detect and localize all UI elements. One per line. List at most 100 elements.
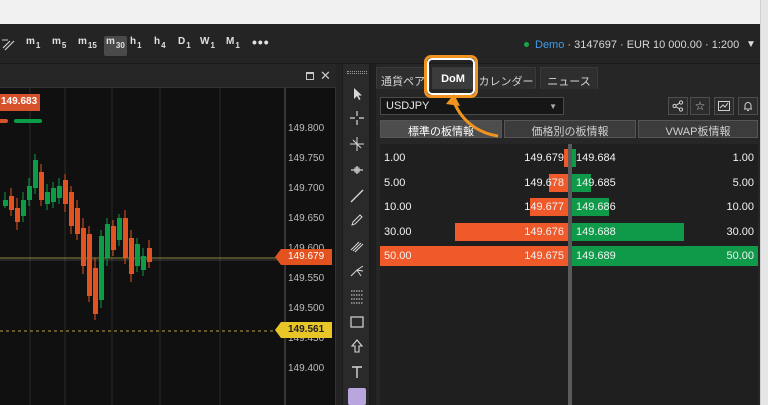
bid-price: 149.675	[524, 250, 564, 262]
bid-price: 149.677	[524, 201, 564, 213]
price-axis-label: 149.800	[288, 123, 325, 134]
bid-price-tag: 149.679	[275, 249, 332, 265]
ask-row[interactable]: 30.00 149.688	[572, 222, 758, 242]
price-tag-high: 149.683	[0, 94, 40, 111]
rectangle-icon[interactable]	[349, 314, 365, 330]
chevron-down-icon: ▼	[549, 102, 557, 111]
timeframe-m5[interactable]: m5	[52, 36, 66, 56]
candle-body	[3, 200, 8, 206]
symbol-row: USDJPY ▼ ☆	[376, 92, 760, 120]
fibonacci-icon[interactable]	[349, 288, 365, 304]
bid-price: 149.679	[524, 152, 564, 164]
candle-body	[105, 224, 110, 258]
bid-row[interactable]: 30.00 149.676	[380, 222, 568, 242]
tab-calendar[interactable]: カレンダー	[476, 67, 536, 89]
arrow-up-icon[interactable]	[349, 338, 365, 354]
timeframe-h1[interactable]: h1	[130, 36, 142, 56]
timeframe-D1[interactable]: D1	[178, 36, 191, 56]
candle-body	[33, 160, 38, 188]
channel-icon[interactable]	[349, 238, 365, 254]
drawing-tools	[342, 64, 370, 405]
account-info[interactable]: Demo · 3147697 · EUR 10 000.00 · 1:200	[524, 39, 739, 51]
account-dropdown-icon[interactable]: ▼	[746, 39, 756, 50]
bid-column: 1.00 149.679 5.00 149.678 10.00 149.677 30.00 1…	[380, 144, 568, 405]
alert-price-tag[interactable]: 149.561	[275, 322, 332, 338]
bid-price: 149.678	[524, 176, 564, 189]
pencil-icon[interactable]	[349, 212, 365, 228]
text-tool-icon[interactable]	[349, 364, 365, 380]
timeframe-m1[interactable]: m1	[26, 36, 40, 56]
maximize-icon[interactable]	[306, 72, 314, 80]
bid-row[interactable]: 1.00 149.679	[380, 148, 568, 168]
mode-vwap[interactable]: VWAP板情報	[638, 120, 758, 138]
ask-price: 149.688	[576, 225, 616, 238]
dom-panel: 通貨ペア DoM カレンダー ニュース USDJPY ▼ ☆ 標準の板情報 価格…	[376, 64, 760, 405]
chart-window[interactable]: ✕ 149.683 149.800 149.750 149.700 149.650 14…	[0, 64, 336, 405]
account-mode: Demo	[535, 39, 565, 51]
tab-dom[interactable]: DoM	[432, 67, 474, 89]
more-timeframes-button[interactable]: •••	[252, 34, 270, 50]
price-axis-label: 149.550	[288, 273, 325, 284]
candle-body	[87, 234, 92, 296]
color-swatch[interactable]	[348, 388, 366, 405]
candle-body	[39, 172, 44, 200]
bid-row[interactable]: 5.00 149.678	[380, 173, 568, 193]
ask-row[interactable]: 5.00 149.685	[572, 173, 758, 193]
ask-column: 1.00 149.684 5.00 149.685 10.00 149.686 30.00 1…	[572, 144, 758, 405]
candle-body	[141, 256, 146, 270]
candle-body	[111, 226, 116, 250]
buy-indicator	[14, 119, 42, 123]
price-axis-label: 149.650	[288, 213, 325, 224]
candle-body	[45, 192, 50, 204]
bid-volume: 30.00	[384, 225, 412, 238]
candle-body	[63, 180, 68, 204]
candle-body	[117, 218, 122, 240]
ask-volume: 5.00	[732, 176, 754, 189]
tab-news[interactable]: ニュース	[540, 67, 598, 89]
chart-window-header: ✕	[0, 64, 336, 88]
dom-mode-tabs: 標準の板情報 価格別の板情報 VWAP板情報	[380, 120, 758, 140]
bid-row[interactable]: 50.00 149.675	[380, 246, 568, 266]
drawing-mode-icon[interactable]	[2, 36, 16, 52]
ask-price: 149.686	[576, 201, 616, 213]
tools-grip[interactable]	[347, 71, 367, 74]
mode-by-price[interactable]: 価格別の板情報	[504, 120, 636, 138]
right-edge-strip	[760, 0, 768, 405]
trend-line-icon[interactable]	[349, 188, 365, 204]
timeframe-M1[interactable]: M1	[226, 36, 240, 56]
candle-body	[69, 192, 74, 226]
cursor-icon[interactable]	[349, 86, 365, 102]
timeframe-W1[interactable]: W1	[200, 36, 215, 56]
candlestick-chart[interactable]	[0, 88, 336, 405]
ask-price: 149.685	[576, 176, 616, 189]
candle-body	[51, 188, 56, 202]
close-icon[interactable]: ✕	[320, 68, 331, 84]
pointer-arrow-icon	[446, 94, 499, 138]
share-icon[interactable]	[668, 97, 688, 115]
bell-icon[interactable]	[738, 97, 758, 115]
horizontal-ray-icon[interactable]	[349, 162, 365, 178]
tab-currency-pairs[interactable]: 通貨ペア	[376, 67, 430, 89]
ask-price: 149.684	[576, 152, 616, 164]
crosshair-plus-icon[interactable]	[349, 136, 365, 152]
symbol-value: USDJPY	[386, 100, 430, 112]
pitchfork-icon[interactable]	[349, 262, 365, 278]
star-icon[interactable]: ☆	[690, 97, 710, 115]
timeframe-m15[interactable]: m15	[78, 36, 97, 56]
bid-volume: 1.00	[384, 152, 406, 164]
candle-body	[21, 200, 26, 216]
bid-volume: 50.00	[384, 250, 412, 262]
timeframe-m30[interactable]: m30	[104, 36, 127, 56]
account-details: · 3147697 · EUR 10 000.00 · 1:200	[564, 39, 740, 51]
ask-row[interactable]: 50.00 149.689	[572, 246, 758, 266]
price-axis-label: 149.700	[288, 183, 325, 194]
candle-body	[27, 186, 32, 200]
crosshair-icon[interactable]	[349, 110, 365, 126]
ask-row[interactable]: 10.00 149.686	[572, 197, 758, 217]
trading-app: m1 m5 m15 m30 h1 h4 D1 W1 M1 ••• Demo · 3147697 …	[0, 24, 760, 405]
bid-row[interactable]: 10.00 149.677	[380, 197, 568, 217]
timeframe-h4[interactable]: h4	[154, 36, 166, 56]
chart-icon[interactable]	[714, 97, 734, 115]
bid-volume: 5.00	[384, 176, 406, 189]
ask-row[interactable]: 1.00 149.684	[572, 148, 758, 168]
